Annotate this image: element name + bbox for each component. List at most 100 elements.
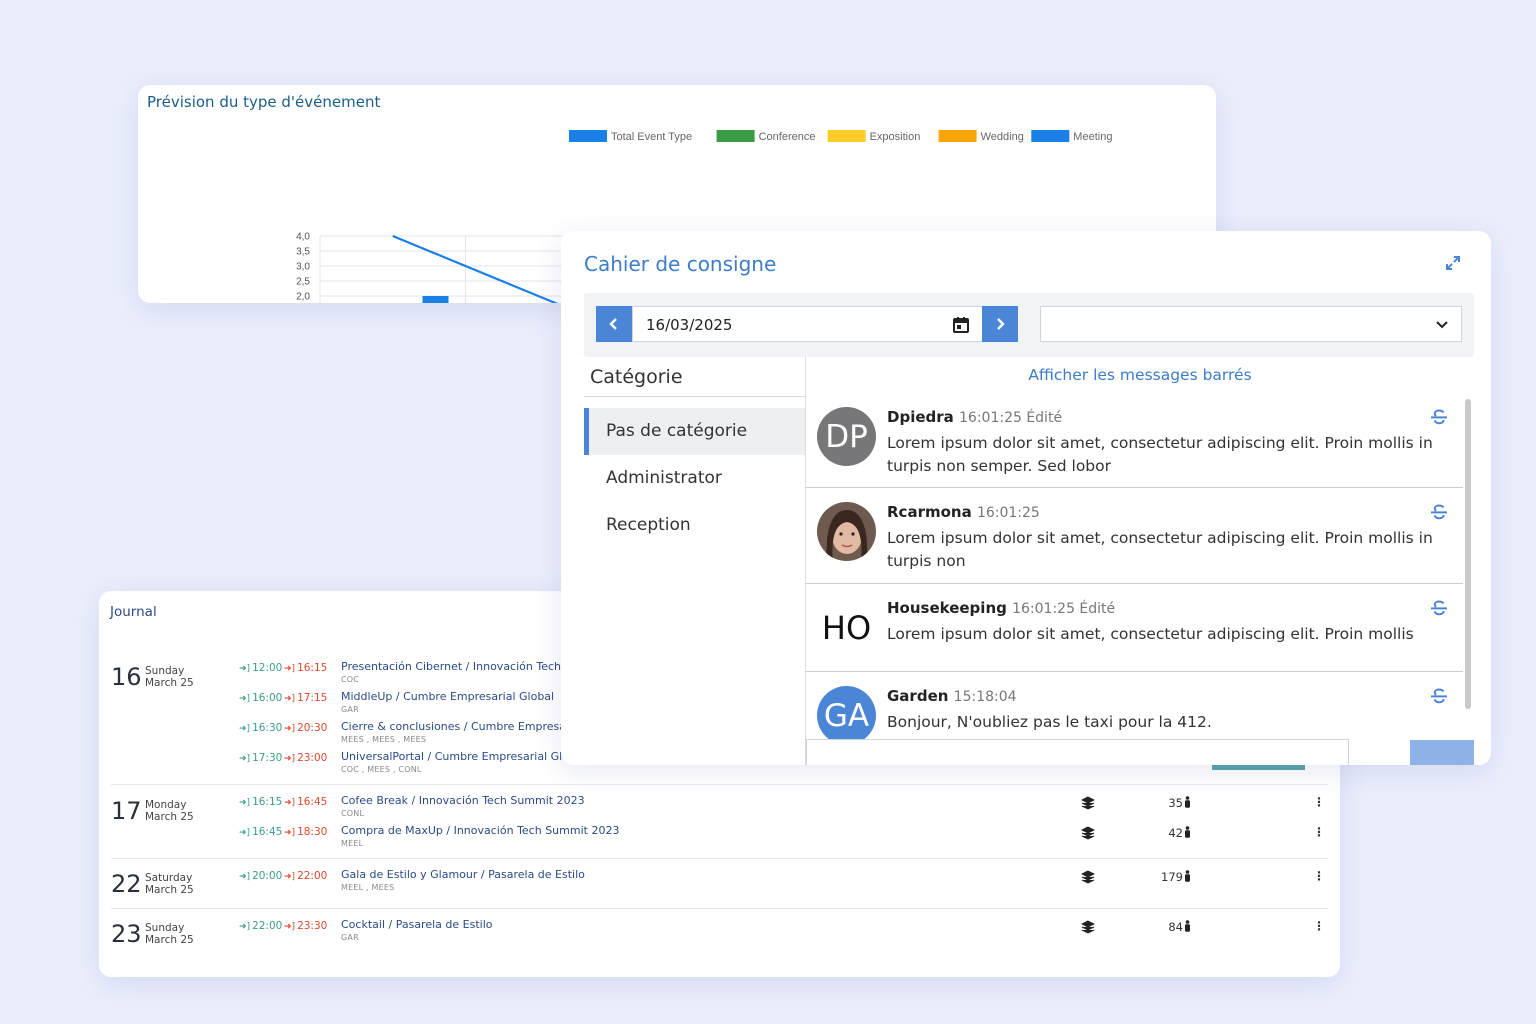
sign-in-icon: ➜]: [239, 754, 251, 764]
message-time: 16:01:25 Édité: [1012, 601, 1116, 617]
check-in-time: ➜] 20:00: [239, 870, 282, 882]
layers-icon[interactable]: [1081, 920, 1095, 934]
event-name: Compra de MaxUp: [341, 824, 443, 837]
sign-in-icon: ➜]: [239, 798, 251, 808]
journal-event[interactable]: ➜] 16:45 ➜] 18:30 Compra de MaxUp / Innovaci…: [111, 824, 1328, 852]
category-item-reception[interactable]: Reception: [584, 502, 805, 549]
strikethrough-icon[interactable]: [1430, 409, 1448, 425]
kebab-menu-icon[interactable]: ⋮: [1313, 869, 1325, 883]
chevron-right-icon: [997, 318, 1005, 330]
check-in-time: ➜] 16:30: [239, 722, 282, 734]
check-in-value: 17:30: [252, 752, 283, 764]
avatar-initials: HO: [821, 608, 872, 647]
message-panel: Afficher les messages barrés DP Dpiedra 1…: [806, 357, 1474, 765]
strikethrough-icon[interactable]: [1430, 504, 1448, 520]
date-toolbar: 16/03/2025: [584, 293, 1474, 357]
event-title[interactable]: Gala de Estilo y Glamour / Pasarela de E…: [341, 868, 585, 881]
check-out-value: 23:00: [297, 752, 328, 764]
category-item-administrator[interactable]: Administrator: [584, 455, 805, 502]
sign-out-icon: ➜]: [284, 798, 296, 808]
message-author: Housekeeping: [887, 599, 1007, 617]
sign-in-icon: ➜]: [239, 694, 251, 704]
check-in-time: ➜] 12:00: [239, 662, 282, 674]
kebab-menu-icon[interactable]: ⋮: [1313, 825, 1325, 839]
journal-event[interactable]: ➜] 20:00 ➜] 22:00 Gala de Estilo y Glamour /…: [111, 868, 1328, 896]
sign-out-icon: ➜]: [284, 694, 296, 704]
event-title[interactable]: UniversalPortal / Cumbre Empresarial Glo…: [341, 750, 586, 763]
calendar-icon[interactable]: [952, 316, 970, 334]
sign-in-icon: ➜]: [239, 664, 251, 674]
category-heading: Catégorie: [590, 366, 683, 388]
legend-swatch: [1031, 130, 1070, 142]
legend-label: Total Event Type: [611, 131, 692, 143]
journal-day: 17 Monday March 25 ➜] 16:15 ➜] 16:45 Cofee Brea…: [111, 785, 1328, 859]
message-time: 16:01:25: [976, 505, 1040, 521]
kebab-menu-icon[interactable]: ⋮: [1313, 919, 1325, 933]
message-text: Lorem ipsum dolor sit amet, consectetur …: [887, 434, 1433, 475]
event-parent: Cumbre Empresarial Global: [403, 690, 555, 703]
message-item: GA Garden 15:18:04 Bonjour, N'oubliez pas …: [806, 672, 1463, 741]
message-item: DP Dpiedra 16:01:25 Édité Lorem ipsum dolo…: [806, 393, 1463, 488]
message-header: Rcarmona 16:01:25: [887, 503, 1040, 521]
check-out-time: ➜] 17:15: [284, 692, 327, 704]
event-name: MiddleUp: [341, 690, 393, 703]
layers-icon[interactable]: [1081, 870, 1095, 884]
sign-in-icon: ➜]: [239, 724, 251, 734]
date-field[interactable]: 16/03/2025: [632, 306, 996, 342]
journal-event[interactable]: ➜] 16:15 ➜] 16:45 Cofee Break / Innovación T…: [111, 794, 1328, 822]
avatar-initials: DP: [825, 418, 868, 455]
cahier-de-consigne-card: Cahier de consigne 16/03/2025 Catégorie …: [561, 231, 1491, 765]
expand-icon[interactable]: [1444, 254, 1462, 272]
teal-accent-bar: [1212, 765, 1305, 770]
check-in-time: ➜] 17:30: [239, 752, 282, 764]
event-codes: COC , MEES , CONL: [341, 765, 422, 774]
layers-icon[interactable]: [1081, 826, 1095, 840]
category-panel: Catégorie Pas de catégorie Administrator…: [584, 357, 806, 765]
strikethrough-icon[interactable]: [1430, 600, 1448, 616]
event-title[interactable]: Compra de MaxUp / Innovación Tech Summit…: [341, 824, 619, 837]
avatar: HO: [817, 598, 876, 657]
legend-swatch: [938, 130, 977, 142]
message-item: HO Housekeeping 16:01:25 Édité Lorem ipsum…: [806, 584, 1463, 672]
chevron-down-icon: [1436, 321, 1448, 329]
message-author: Rcarmona: [887, 503, 972, 521]
event-title[interactable]: Presentación Cibernet / Innovación Tech …: [341, 660, 585, 673]
avatar: [817, 502, 876, 561]
check-in-time: ➜] 16:00: [239, 692, 282, 704]
event-title[interactable]: Cierre & conclusiones / Cumbre Empresari…: [341, 720, 583, 733]
sign-out-icon: ➜]: [284, 754, 296, 764]
legend-swatch: [827, 130, 866, 142]
avatar: DP: [817, 407, 876, 466]
journal-event[interactable]: ➜] 22:00 ➜] 23:30 Cocktail / Pasarela de Est…: [111, 918, 1328, 946]
category-item-none[interactable]: Pas de catégorie: [584, 408, 805, 455]
layers-icon[interactable]: [1081, 796, 1095, 810]
filter-select[interactable]: [1040, 306, 1462, 342]
event-parent: Pasarela de Estilo: [488, 868, 585, 881]
strikethrough-icon[interactable]: [1430, 688, 1448, 704]
guest-count-value: 179: [1161, 870, 1183, 884]
check-out-time: ➜] 16:45: [284, 796, 327, 808]
event-codes: MEES , MEES , MEES: [341, 735, 427, 744]
guest-count: 84: [1151, 920, 1191, 934]
message-scrollbar[interactable]: [1465, 399, 1471, 709]
check-out-value: 16:15: [297, 662, 328, 674]
bar-meeting: [422, 296, 449, 303]
message-input[interactable]: [806, 739, 1349, 765]
message-header: Housekeeping 16:01:25 Édité: [887, 599, 1115, 617]
previous-day-button[interactable]: [596, 306, 632, 342]
next-day-button[interactable]: [982, 306, 1018, 342]
avatar-photo: [817, 502, 876, 561]
y-tick-label: 2,0: [296, 292, 310, 303]
message-time: 15:18:04: [953, 689, 1017, 705]
guest-count-value: 42: [1168, 826, 1183, 840]
message-item: Rcarmona 16:01:25 Lorem ipsum dolor sit a…: [806, 488, 1463, 584]
event-codes: CONL: [341, 809, 365, 818]
event-title[interactable]: Cofee Break / Innovación Tech Summit 202…: [341, 794, 585, 807]
sign-out-icon: ➜]: [284, 828, 296, 838]
check-out-value: 18:30: [297, 826, 328, 838]
send-button[interactable]: [1410, 740, 1474, 765]
event-title[interactable]: Cocktail / Pasarela de Estilo: [341, 918, 492, 931]
event-title[interactable]: MiddleUp / Cumbre Empresarial Global: [341, 690, 554, 703]
kebab-menu-icon[interactable]: ⋮: [1313, 795, 1325, 809]
show-barred-messages-link[interactable]: Afficher les messages barrés: [806, 366, 1474, 384]
